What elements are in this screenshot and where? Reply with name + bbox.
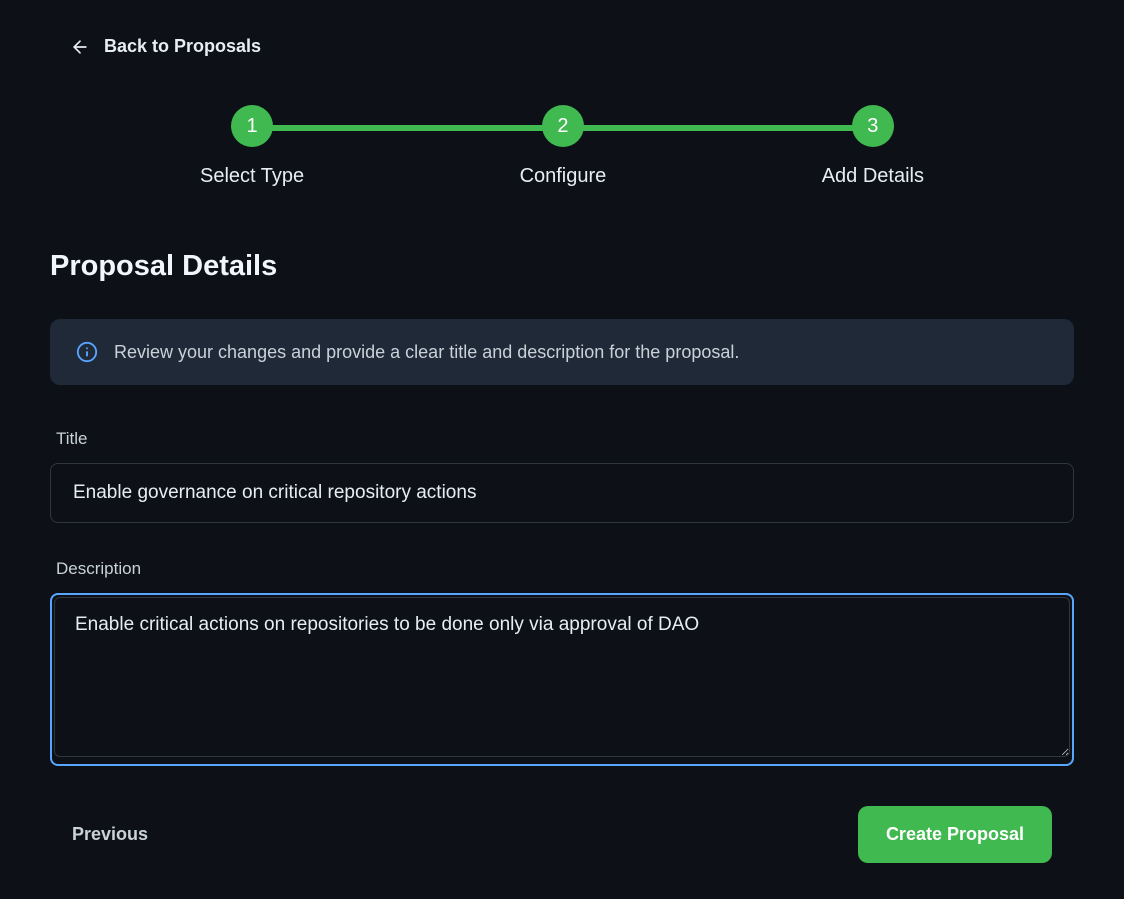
info-banner-text: Review your changes and provide a clear … bbox=[114, 342, 739, 363]
step-add-details: 3 Add Details bbox=[822, 105, 924, 188]
description-label: Description bbox=[50, 559, 1074, 579]
info-icon bbox=[76, 341, 98, 363]
previous-button[interactable]: Previous bbox=[72, 824, 148, 845]
title-label: Title bbox=[50, 429, 1074, 449]
info-banner: Review your changes and provide a clear … bbox=[50, 319, 1074, 385]
step-select-type: 1 Select Type bbox=[200, 105, 304, 188]
step-circle: 3 bbox=[852, 105, 894, 147]
description-textarea[interactable] bbox=[54, 597, 1070, 757]
title-input[interactable] bbox=[50, 463, 1074, 523]
step-label: Select Type bbox=[200, 165, 304, 188]
arrow-left-icon bbox=[70, 37, 90, 57]
step-circle: 2 bbox=[542, 105, 584, 147]
back-link-label: Back to Proposals bbox=[104, 36, 261, 57]
step-label: Add Details bbox=[822, 165, 924, 188]
page-title: Proposal Details bbox=[50, 250, 1074, 283]
step-label: Configure bbox=[520, 165, 607, 188]
step-configure: 2 Configure bbox=[520, 105, 607, 188]
back-to-proposals-link[interactable]: Back to Proposals bbox=[70, 36, 261, 57]
step-circle: 1 bbox=[231, 105, 273, 147]
progress-stepper: 1 Select Type 2 Configure 3 Add Details bbox=[50, 105, 1074, 188]
create-proposal-button[interactable]: Create Proposal bbox=[858, 806, 1052, 863]
